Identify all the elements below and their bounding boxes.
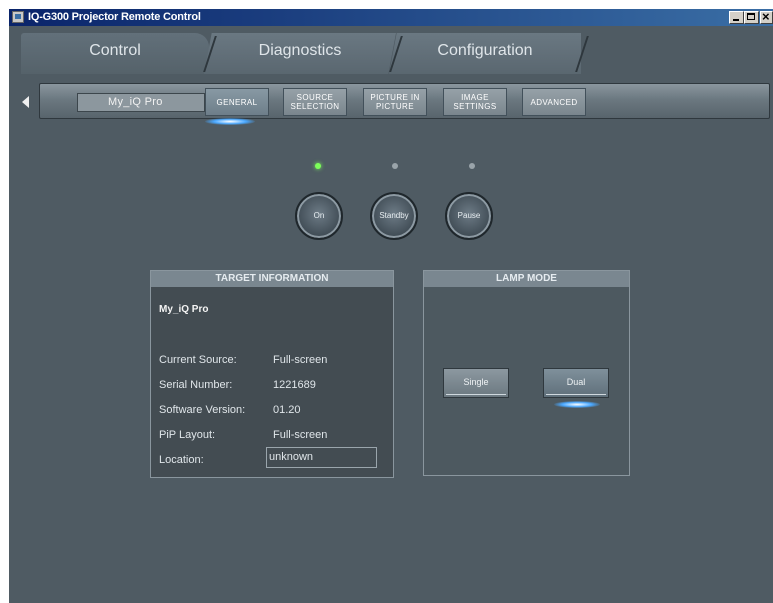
standby-button[interactable]: Standby <box>370 192 418 240</box>
source-selection-button[interactable]: SOURCE SELECTION <box>283 88 347 116</box>
target-name-field[interactable]: My_iQ Pro <box>77 93 205 112</box>
general-label: GENERAL <box>216 97 258 107</box>
info-label: Serial Number: <box>159 379 233 391</box>
tab-bar: Control Diagnostics Configuration <box>9 26 773 74</box>
single-lamp-button[interactable]: Single <box>443 368 509 398</box>
info-label: Software Version: <box>159 404 246 416</box>
maximize-button[interactable] <box>744 11 759 24</box>
minimize-button[interactable] <box>729 11 744 24</box>
tab-diagnostics[interactable]: Diagnostics <box>204 33 396 74</box>
source-selection-label: SOURCE SELECTION <box>290 93 340 111</box>
active-indicator-glow <box>554 401 600 408</box>
on-button[interactable]: On <box>295 192 343 240</box>
active-indicator-glow <box>205 118 255 125</box>
target-title: My_iQ Pro <box>159 304 209 315</box>
image-settings-button[interactable]: IMAGE SETTINGS <box>443 88 507 116</box>
app-icon <box>12 11 24 23</box>
tab-label: Configuration <box>437 42 533 59</box>
dual-lamp-button[interactable]: Dual <box>543 368 609 398</box>
dual-label: Dual <box>566 377 586 387</box>
info-value: 01.20 <box>273 404 301 416</box>
single-label: Single <box>463 377 489 387</box>
close-button[interactable] <box>760 9 773 24</box>
picture-in-picture-button[interactable]: PICTURE IN PICTURE <box>363 88 427 116</box>
title-bar[interactable]: IQ-G300 Projector Remote Control <box>9 9 773 26</box>
info-value: Full-screen <box>273 354 328 366</box>
tab-control[interactable]: Control <box>21 33 209 74</box>
tab-label: Control <box>89 42 141 59</box>
info-label: Current Source: <box>159 354 237 366</box>
panel-header: LAMP MODE <box>424 271 629 287</box>
back-arrow-icon[interactable] <box>22 96 29 108</box>
control-toolbar: My_iQ Pro GENERAL SOURCE SELECTION PICTU… <box>39 83 770 119</box>
info-value: Full-screen <box>273 429 328 441</box>
location-field[interactable]: unknown <box>266 447 377 468</box>
pause-button[interactable]: Pause <box>445 192 493 240</box>
advanced-button[interactable]: ADVANCED <box>522 88 586 116</box>
on-status-led <box>315 163 321 169</box>
pause-status-led <box>469 163 475 169</box>
panel-header: TARGET INFORMATION <box>151 271 393 287</box>
button-underline <box>546 394 606 395</box>
tab-configuration[interactable]: Configuration <box>389 33 581 74</box>
general-button[interactable]: GENERAL <box>205 88 269 116</box>
picture-in-picture-label: PICTURE IN PICTURE <box>370 93 420 111</box>
target-information-panel: TARGET INFORMATION My_iQ Pro Current Sou… <box>150 270 394 478</box>
tab-label: Diagnostics <box>258 42 342 59</box>
advanced-label: ADVANCED <box>530 97 578 107</box>
window-title: IQ-G300 Projector Remote Control <box>28 11 201 23</box>
info-value: 1221689 <box>273 379 316 391</box>
info-label: PiP Layout: <box>159 429 216 441</box>
app-window: IQ-G300 Projector Remote Control Control… <box>9 9 773 603</box>
button-underline <box>446 394 506 395</box>
lamp-mode-panel: LAMP MODE Single Dual <box>423 270 630 476</box>
standby-status-led <box>392 163 398 169</box>
image-settings-label: IMAGE SETTINGS <box>453 93 497 111</box>
info-label: Location: <box>159 454 204 466</box>
